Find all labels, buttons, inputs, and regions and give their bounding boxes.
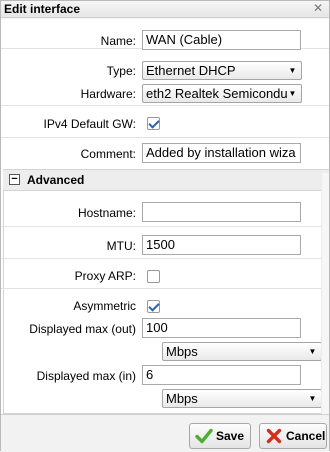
edit-interface-dialog: Edit interface ✕ Name: WAN (Cable) Type:… — [0, 0, 330, 452]
hardware-select-value: eth2 Realtek Semicondu — [146, 86, 288, 101]
ipv4-default-gw-checkbox[interactable] — [147, 117, 160, 130]
triangle-down-icon: ▼ — [308, 394, 317, 403]
dialog-titlebar: Edit interface ✕ — [1, 1, 329, 18]
name-input[interactable]: WAN (Cable) — [142, 30, 301, 50]
displayed-max-in-unit-value: Mbps — [166, 391, 198, 406]
displayed-max-in-label: Displayed max (in) — [36, 369, 136, 383]
displayed-max-in-input[interactable]: 6 — [142, 365, 301, 385]
mtu-input[interactable]: 1500 — [142, 235, 301, 255]
close-icon[interactable]: ✕ — [313, 1, 323, 15]
check-icon — [195, 428, 213, 444]
hostname-label: Hostname: — [77, 206, 136, 220]
name-row: Name: WAN (Cable) — [1, 19, 329, 50]
displayed-max-out-unit-value: Mbps — [166, 344, 198, 359]
hostname-row: Hostname: — [1, 191, 329, 227]
triangle-down-icon: ▼ — [288, 89, 297, 98]
triangle-down-icon: ▼ — [288, 66, 297, 75]
collapse-icon[interactable]: − — [9, 174, 20, 185]
proxy-arp-row: Proxy ARP: — [1, 259, 329, 289]
comment-input[interactable]: Added by installation wiza — [142, 143, 301, 163]
type-select-value: Ethernet DHCP — [146, 63, 236, 78]
comment-row: Comment: Added by installation wiza — [1, 138, 329, 169]
cross-icon — [266, 428, 282, 444]
proxy-arp-label: Proxy ARP: — [74, 269, 136, 283]
mtu-label: MTU: — [106, 239, 136, 253]
scrollbar[interactable] — [321, 173, 329, 414]
triangle-down-icon: ▼ — [308, 347, 317, 356]
name-label: Name: — [100, 34, 136, 48]
asymmetric-checkbox[interactable] — [147, 300, 160, 313]
hardware-label: Hardware: — [80, 87, 136, 101]
ipv4-default-gw-label: IPv4 Default GW: — [43, 117, 136, 131]
comment-label: Comment: — [80, 147, 136, 161]
save-label: Save — [216, 429, 245, 443]
type-hardware-row: Type: Ethernet DHCP ▼ Hardware: eth2 Rea… — [1, 49, 329, 106]
displayed-max-out-input[interactable]: 100 — [142, 318, 301, 338]
displayed-max-out-label: Displayed max (out) — [29, 322, 136, 336]
cancel-button[interactable]: Cancel — [259, 423, 327, 449]
save-button[interactable]: Save — [189, 423, 251, 449]
proxy-arp-checkbox[interactable] — [147, 270, 160, 283]
hostname-input[interactable] — [142, 202, 301, 222]
form-panel: Name: WAN (Cable) Type: Ethernet DHCP ▼ … — [1, 19, 329, 414]
mtu-row: MTU: 1500 — [1, 227, 329, 259]
dialog-title: Edit interface — [4, 2, 81, 16]
cancel-label: Cancel — [286, 429, 326, 443]
type-select[interactable]: Ethernet DHCP ▼ — [142, 61, 302, 80]
asymmetric-row: Asymmetric Displayed max (out) 100 Mbps … — [1, 289, 329, 414]
displayed-max-in-unit-select[interactable]: Mbps ▼ — [162, 389, 322, 408]
advanced-title: Advanced — [27, 173, 85, 187]
displayed-max-out-unit-select[interactable]: Mbps ▼ — [162, 342, 322, 361]
dialog-footer: Save Cancel — [1, 414, 329, 452]
ipv4-row: IPv4 Default GW: — [1, 106, 329, 138]
hardware-select[interactable]: eth2 Realtek Semicondu ▼ — [142, 84, 302, 103]
asymmetric-label: Asymmetric — [73, 299, 136, 313]
advanced-section-header[interactable]: − Advanced — [3, 169, 329, 191]
type-label: Type: — [106, 64, 136, 78]
